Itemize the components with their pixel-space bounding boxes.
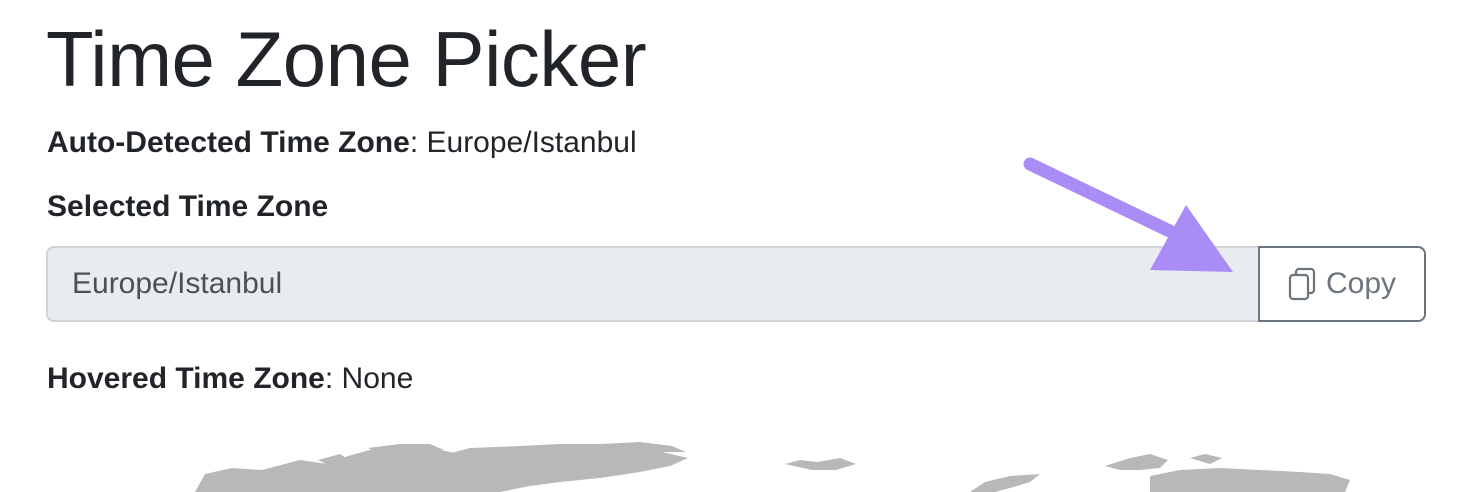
auto-detected-row: Auto-Detected Time Zone: Europe/Istanbul [47, 125, 637, 161]
copy-icon [1288, 267, 1316, 301]
hovered-label: Hovered Time Zone [47, 362, 325, 395]
auto-detected-separator: : [409, 126, 419, 159]
selected-time-zone-input[interactable] [46, 246, 1258, 322]
auto-detected-value: Europe/Istanbul [426, 126, 637, 159]
selected-time-zone-group: Copy [46, 246, 1426, 322]
world-map[interactable] [0, 436, 1474, 492]
selected-time-zone-label: Selected Time Zone [47, 190, 329, 223]
copy-button[interactable]: Copy [1258, 246, 1426, 322]
auto-detected-label: Auto-Detected Time Zone [47, 126, 410, 159]
page-title: Time Zone Picker [46, 15, 647, 103]
copy-button-label: Copy [1325, 267, 1397, 300]
hovered-row: Hovered Time Zone: None [47, 361, 413, 397]
hovered-value: None [341, 362, 414, 395]
hovered-separator: : [324, 362, 334, 395]
